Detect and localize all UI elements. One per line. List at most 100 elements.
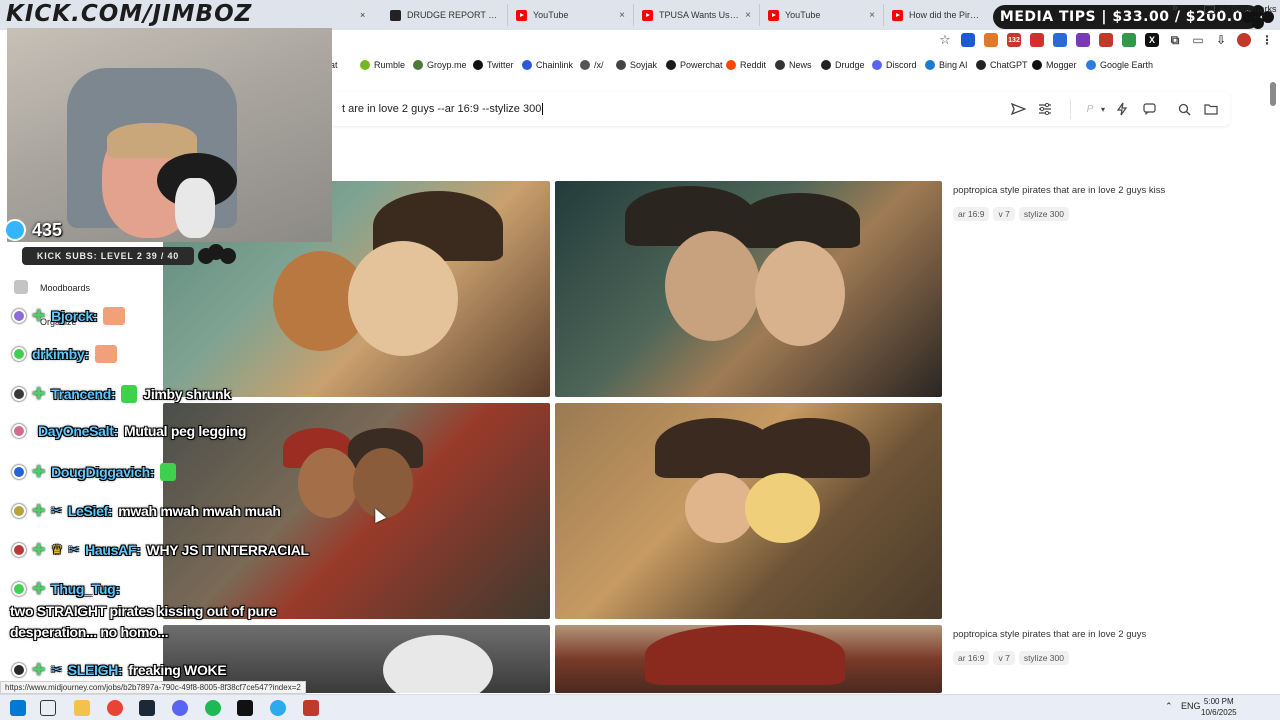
- chat-bubble-icon[interactable]: [1141, 101, 1157, 117]
- reddit-icon: [726, 60, 736, 70]
- close-icon[interactable]: ×: [619, 10, 625, 21]
- param-chip[interactable]: ar 16:9: [953, 207, 990, 221]
- terminal-icon[interactable]: [237, 700, 253, 716]
- search-icon[interactable]: [1176, 101, 1192, 117]
- extension-icon[interactable]: [1122, 33, 1136, 47]
- send-icon[interactable]: [1010, 101, 1026, 117]
- job-prompt-text[interactable]: poptropica style pirates that are in lov…: [953, 629, 1146, 640]
- generated-image-4[interactable]: [555, 403, 942, 619]
- bookmark-label: Reddit: [740, 60, 767, 70]
- tab-youtube-1[interactable]: YouTube ×: [508, 4, 634, 26]
- generated-image-6[interactable]: [555, 625, 942, 693]
- profile-icon[interactable]: [1237, 33, 1251, 47]
- lightning-icon[interactable]: [1114, 101, 1130, 117]
- metamask-icon[interactable]: [984, 33, 998, 47]
- bookmark-mogger[interactable]: Mogger: [1032, 60, 1077, 70]
- scrollbar-thumb[interactable]: [1270, 82, 1276, 106]
- folder-icon[interactable]: [1203, 101, 1219, 117]
- discord-icon: [872, 60, 882, 70]
- chrome-icon[interactable]: [107, 700, 123, 716]
- clock-time: 5:00 PM: [1203, 697, 1234, 706]
- extension-icon[interactable]: [1076, 33, 1090, 47]
- prompt-bar: t are in love 2 guys --ar 16:9 --stylize…: [330, 92, 1230, 126]
- kick-subs-bar: KICK SUBS: LEVEL 2 39 / 40: [22, 247, 194, 265]
- extension-icon[interactable]: [1030, 33, 1044, 47]
- generated-image-2[interactable]: [555, 181, 942, 397]
- bookmark-label: Powerchat: [680, 60, 723, 70]
- all-bookmarks-button[interactable]: All Bookmarks: [1204, 4, 1277, 14]
- puzzle-icon[interactable]: ⧉: [1168, 33, 1182, 47]
- param-chip[interactable]: stylize 300: [1018, 651, 1069, 665]
- x-icon[interactable]: X: [1145, 33, 1159, 47]
- bookmark-powerchat[interactable]: Powerchat: [666, 60, 723, 70]
- param-chip[interactable]: stylize 300: [1018, 207, 1069, 221]
- bookmark-reddit[interactable]: Reddit: [726, 60, 766, 70]
- job-prompt-text[interactable]: poptropica style pirates that are in lov…: [953, 185, 1165, 196]
- extension-icon[interactable]: [1099, 33, 1113, 47]
- param-chip[interactable]: ar 16:9: [953, 651, 990, 665]
- prompt-input[interactable]: t are in love 2 guys --ar 16:9 --stylize…: [342, 103, 544, 116]
- text-caret: [542, 103, 544, 116]
- job-params: ar 16:9 v 7 stylize 300: [953, 207, 1069, 221]
- star-icon[interactable]: ☆: [938, 32, 952, 47]
- character-face-shape: [755, 241, 845, 346]
- mogger-icon: [1032, 60, 1042, 70]
- telegram-icon[interactable]: [270, 700, 286, 716]
- plus-badge-icon: ✚: [32, 662, 46, 679]
- bookmark-groyp-me[interactable]: Groyp.me: [413, 60, 467, 70]
- rumble-icon: [360, 60, 370, 70]
- bookmark-rumble[interactable]: Rumble: [360, 60, 405, 70]
- taskbar: ⌃ ENG 5:00 PM 10/6/2025: [0, 694, 1280, 720]
- downloads-icon[interactable]: ⇩: [1214, 33, 1228, 47]
- emote-icon: [94, 345, 117, 363]
- bookmark-soyjak[interactable]: Soyjak: [616, 60, 657, 70]
- param-chip[interactable]: v 7: [993, 651, 1015, 665]
- bookmark-news[interactable]: News: [775, 60, 812, 70]
- file-explorer-icon[interactable]: [74, 700, 90, 716]
- bookmark-discord[interactable]: Discord: [872, 60, 917, 70]
- bookmark-chainlink[interactable]: Chainlink: [522, 60, 573, 70]
- extension-badge-icon[interactable]: 132: [1007, 33, 1021, 47]
- drudge-icon: [821, 60, 831, 70]
- viewers-icon: [4, 219, 26, 241]
- close-icon[interactable]: ×: [745, 10, 751, 21]
- menu-icon[interactable]: ⋮: [1260, 33, 1274, 47]
- close-icon[interactable]: ×: [869, 10, 875, 21]
- kick-badge-icon: [12, 582, 26, 596]
- bookmarks-overflow-icon[interactable]: »: [1172, 2, 1178, 14]
- tab-pirate[interactable]: How did the Pirate.: [884, 4, 992, 26]
- chevron-down-icon[interactable]: ▾: [1095, 101, 1111, 117]
- extension-icon[interactable]: [1053, 33, 1067, 47]
- system-clock[interactable]: 5:00 PM 10/6/2025: [1201, 696, 1237, 718]
- close-icon[interactable]: ×: [360, 4, 365, 26]
- tab-tpusa[interactable]: TPUSA Wants Us To S ×: [634, 4, 760, 26]
- extension-icon[interactable]: [961, 33, 975, 47]
- settings-sliders-icon[interactable]: [1037, 101, 1053, 117]
- app-icon[interactable]: [303, 700, 319, 716]
- nav-moodboards[interactable]: Moodboards: [40, 283, 90, 293]
- bookmark-bing-ai[interactable]: Bing AI: [925, 60, 968, 70]
- tab-youtube-2[interactable]: YouTube ×: [760, 4, 884, 26]
- spotify-icon[interactable]: [205, 700, 221, 716]
- bookmark-twitter[interactable]: Twitter: [473, 60, 514, 70]
- chat-message: ✚ Thug_Tug:: [12, 579, 120, 599]
- chat-message: ✚ DougDiggavich:: [12, 462, 177, 482]
- chat-text: two STRAIGHT pirates kissing out of pure: [10, 603, 277, 619]
- bookmark-drudge[interactable]: Drudge: [821, 60, 865, 70]
- bookmark-label: Twitter: [487, 60, 514, 70]
- sidebar-icon[interactable]: ▭: [1191, 33, 1205, 47]
- chat-text: Mutual peg legging: [123, 423, 247, 439]
- bookmark-chatgpt[interactable]: ChatGPT: [976, 60, 1028, 70]
- discord-icon[interactable]: [172, 700, 188, 716]
- windows-start-icon[interactable]: [10, 700, 26, 716]
- language-indicator[interactable]: ENG: [1181, 701, 1201, 711]
- bookmark-google-earth[interactable]: Google Earth: [1086, 60, 1153, 70]
- steam-icon[interactable]: [139, 700, 155, 716]
- param-chip[interactable]: v 7: [993, 207, 1015, 221]
- task-view-icon[interactable]: [40, 700, 56, 716]
- stream-url-overlay: KICK.COM/JIMBOZ: [6, 1, 253, 27]
- bookmark-x[interactable]: /x/: [580, 60, 604, 70]
- tab-drudge-report[interactable]: DRUDGE REPORT 202: [382, 4, 508, 26]
- youtube-icon: [516, 9, 527, 21]
- tray-chevron-icon[interactable]: ⌃: [1165, 701, 1173, 712]
